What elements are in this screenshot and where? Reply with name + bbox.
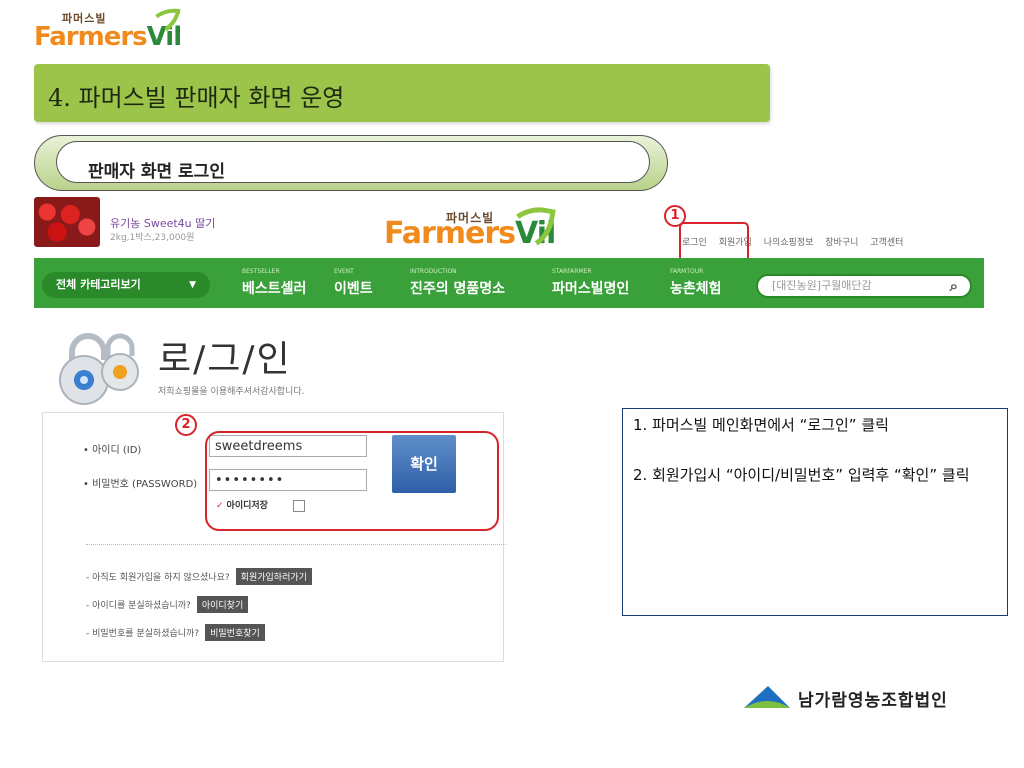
- instruction-box: 1. 파머스빌 메인화면에서 “로그인” 클릭 2. 회원가입시 “아이디/비밀…: [622, 408, 1008, 616]
- strawberry-product-image[interactable]: [34, 197, 100, 247]
- chevron-down-icon: ▼: [189, 280, 196, 290]
- nav-event[interactable]: EVENT 이벤트: [334, 268, 373, 298]
- nav-starfarmer[interactable]: STARFARMER 파머스빌명인: [552, 268, 629, 298]
- login-subtitle: 저희쇼핑몰을 이용해주셔서감사합니다.: [158, 387, 305, 397]
- instruction-step-1: 1. 파머스빌 메인화면에서 “로그인” 클릭: [633, 416, 889, 434]
- id-label: • 아이디 (ID): [83, 445, 142, 456]
- lock-icon: [59, 333, 139, 405]
- password-label: • 비밀번호 (PASSWORD): [83, 479, 198, 490]
- customer-center-link[interactable]: 고객센터: [870, 238, 903, 248]
- section-heading-label: 판매자 화면 로그인: [88, 162, 225, 182]
- instruction-step-2: 2. 회원가입시 “아이디/비밀번호” 입력후 “확인” 클릭: [633, 466, 970, 484]
- nav-introduction[interactable]: INTRODUCTION 진주의 명품명소: [410, 268, 505, 298]
- step-marker-2: 2: [175, 414, 197, 436]
- login-title: 로/그/인: [158, 339, 292, 380]
- search-icon[interactable]: ⌕: [950, 276, 958, 296]
- promo-price: 2kg,1박스,23,000원: [110, 233, 195, 243]
- slide-title: 4. 파머스빌 판매자 화면 운영: [48, 84, 345, 112]
- help-find-password-row: - 비밀번호를 분실하셨습니까? 비밀번호찾기: [86, 624, 265, 641]
- promo-title[interactable]: 유기농 Sweet4u 딸기: [110, 215, 215, 231]
- find-password-button[interactable]: 비밀번호찾기: [205, 624, 265, 641]
- nav-bar: 전체 카테고리보기 ▼ BESTSELLER 베스트셀러 EVENT 이벤트 I…: [34, 258, 984, 308]
- organization-name: 남가람영농조합법인: [798, 691, 948, 711]
- login-panel: 로/그/인 저희쇼핑몰을 이용해주셔서감사합니다. • 아이디 (ID) • 비…: [40, 320, 506, 662]
- search-input[interactable]: [대진농원]구월애단감 ⌕: [756, 274, 972, 298]
- site-header: 유기농 Sweet4u 딸기 2kg,1박스,23,000원 파머스빌 Farm…: [34, 195, 984, 262]
- slide-logo-word-a: Farmers: [34, 22, 148, 52]
- my-shopping-link[interactable]: 나의쇼핑정보: [764, 238, 814, 248]
- signup-button[interactable]: 회원가입하러가기: [235, 568, 312, 585]
- section-heading: 판매자 화면 로그인: [34, 135, 668, 191]
- slide-logo: 파머스빌 FarmersVil: [34, 3, 204, 52]
- category-button-label: 전체 카테고리보기: [56, 278, 141, 291]
- nav-farmtour[interactable]: FARMTOUR 농촌체험: [670, 268, 722, 298]
- site-logo-word-a: Farmers: [384, 216, 516, 251]
- search-placeholder: [대진농원]구월애단감: [772, 279, 872, 292]
- find-id-button[interactable]: 아이디찾기: [196, 596, 249, 613]
- login-highlight-box: [679, 222, 749, 262]
- step-marker-1: 1: [664, 205, 686, 227]
- form-highlight-box: [205, 431, 499, 531]
- site-logo[interactable]: 파머스빌 FarmersVil: [384, 201, 584, 259]
- help-signup-row: - 아직도 회원가입을 하지 않으셨나요? 회원가입하러가기: [86, 568, 312, 585]
- footer-organization: 남가람영농조합법인: [742, 680, 1022, 720]
- help-find-id-row: - 아이디를 분실하셨습니까? 아이디찾기: [86, 596, 249, 613]
- category-button[interactable]: 전체 카테고리보기 ▼: [42, 272, 210, 298]
- mountain-logo-icon: [744, 686, 790, 708]
- cart-link[interactable]: 장바구니: [825, 238, 858, 248]
- slide-title-bar: 4. 파머스빌 판매자 화면 운영: [34, 64, 770, 122]
- divider: [86, 544, 506, 545]
- nav-bestseller[interactable]: BESTSELLER 베스트셀러: [242, 268, 306, 298]
